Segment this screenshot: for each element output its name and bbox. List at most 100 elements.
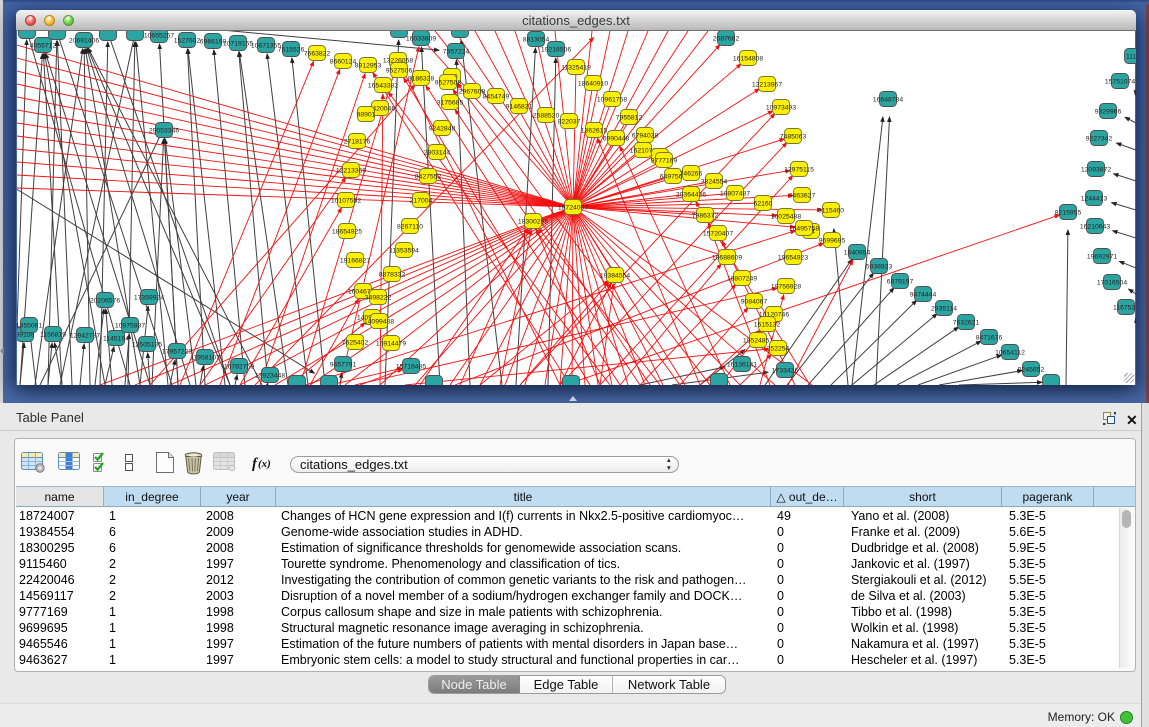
svg-text:16033809: 16033809 — [406, 36, 436, 43]
svg-text:7632621: 7632621 — [953, 320, 980, 327]
svg-text:1615132: 1615132 — [754, 322, 781, 329]
svg-text:2803144: 2803144 — [424, 150, 451, 157]
svg-text:29053346: 29053346 — [149, 128, 179, 135]
svg-text:7485063: 7485063 — [780, 134, 807, 141]
svg-text:10975887: 10975887 — [115, 323, 145, 330]
svg-text:16154808: 16154808 — [733, 56, 763, 63]
svg-text:9329966: 9329966 — [1095, 109, 1122, 116]
svg-text:10654112: 10654112 — [995, 350, 1025, 357]
svg-text:6794028: 6794028 — [632, 133, 659, 140]
svg-text:2718176: 2718176 — [344, 139, 371, 146]
svg-text:252254: 252254 — [767, 346, 790, 353]
svg-text:19692971: 19692971 — [1087, 254, 1117, 261]
svg-text:8813054: 8813054 — [523, 37, 550, 44]
svg-text:8660124: 8660124 — [330, 59, 357, 66]
svg-text:1117: 1117 — [1126, 54, 1136, 61]
svg-text:7986372: 7986372 — [692, 213, 719, 220]
svg-text:20691406: 20691406 — [69, 38, 99, 45]
svg-text:3824554: 3824554 — [701, 179, 728, 186]
svg-text:18300295: 18300295 — [518, 219, 548, 226]
svg-text:8912953: 8912953 — [355, 63, 382, 70]
svg-text:8471676: 8471676 — [976, 335, 1003, 342]
svg-text:217004: 217004 — [410, 198, 433, 205]
svg-text:18640910: 18640910 — [578, 81, 608, 88]
svg-text:9777169: 9777169 — [651, 158, 678, 165]
svg-text:20206576: 20206576 — [90, 298, 120, 305]
svg-text:19654923: 19654923 — [778, 255, 808, 262]
svg-text:10671355: 10671355 — [251, 43, 281, 50]
svg-text:6990448: 6990448 — [603, 136, 630, 143]
svg-text:18724007: 18724007 — [558, 205, 588, 212]
svg-text:2967608: 2967608 — [459, 89, 486, 96]
svg-text:7357224: 7357224 — [443, 49, 470, 56]
svg-text:8215955: 8215955 — [1055, 210, 1082, 217]
svg-text:9227342: 9227342 — [1086, 136, 1113, 143]
svg-text:9463627: 9463627 — [789, 193, 816, 200]
svg-text:8454749: 8454749 — [483, 94, 510, 101]
svg-text:18807249: 18807249 — [727, 276, 757, 283]
svg-text:98901: 98901 — [357, 112, 376, 119]
svg-text:15716485: 15716485 — [396, 364, 426, 371]
svg-text:17016504: 17016504 — [1097, 280, 1127, 287]
svg-text:3175685: 3175685 — [437, 100, 464, 107]
svg-text:1355061: 1355061 — [17, 323, 42, 330]
svg-text:9527508: 9527508 — [435, 80, 462, 87]
svg-text:17957223: 17957223 — [162, 349, 192, 356]
svg-text:12213967: 12213967 — [752, 82, 782, 89]
svg-text:19218506: 19218506 — [541, 47, 571, 54]
svg-text:8186328: 8186328 — [408, 76, 435, 83]
svg-text:1145194: 1145194 — [103, 336, 129, 343]
svg-text:12942737: 12942737 — [70, 333, 100, 340]
svg-text:14099488: 14099488 — [364, 319, 394, 326]
svg-text:10807487: 10807487 — [720, 191, 750, 198]
svg-text:8878332: 8878332 — [379, 272, 406, 279]
svg-text:4055712: 4055712 — [30, 43, 57, 50]
svg-text:16543382: 16543382 — [368, 83, 398, 90]
svg-text:3498222: 3498222 — [365, 295, 392, 302]
svg-text:7625402: 7625402 — [342, 340, 369, 347]
svg-text:11958107: 11958107 — [190, 355, 220, 362]
svg-text:5938923: 5938923 — [866, 264, 893, 271]
svg-text:12213369: 12213369 — [336, 168, 366, 175]
svg-text:2935114: 2935114 — [931, 306, 957, 313]
svg-text:9242848: 9242848 — [429, 126, 456, 133]
svg-text:10107552: 10107552 — [331, 198, 361, 205]
svg-text:2087682: 2087682 — [713, 36, 740, 43]
svg-text:16136141: 16136141 — [727, 362, 757, 369]
svg-text:10973493: 10973493 — [766, 105, 796, 112]
svg-text:11353594: 11353594 — [389, 248, 419, 255]
svg-text:2588520: 2588520 — [533, 113, 560, 120]
svg-text:9084067: 9084067 — [741, 299, 768, 306]
svg-text:746266: 746266 — [680, 171, 703, 178]
svg-text:1156819: 1156819 — [40, 332, 66, 339]
svg-text:9474444: 9474444 — [910, 292, 937, 299]
svg-text:1362615: 1362615 — [581, 128, 608, 135]
svg-text:12975115: 12975115 — [784, 167, 814, 174]
svg-text:19384554: 19384554 — [600, 273, 630, 280]
svg-text:19756928: 19756928 — [771, 284, 801, 291]
svg-text:10961758: 10961758 — [597, 97, 627, 104]
svg-text:16495758: 16495758 — [789, 226, 819, 233]
svg-text:15720407: 15720407 — [703, 231, 733, 238]
svg-text:16914479: 16914479 — [376, 341, 406, 348]
svg-text:1527602: 1527602 — [174, 38, 201, 45]
svg-text:17359924: 17359924 — [134, 295, 164, 302]
svg-text:9245652: 9245652 — [1018, 367, 1045, 374]
svg-text:16782759: 16782759 — [224, 364, 254, 371]
svg-text:16210643: 16210643 — [1080, 224, 1110, 231]
svg-text:9699695: 9699695 — [819, 238, 846, 245]
svg-text:8267110: 8267110 — [397, 224, 423, 231]
svg-text:20364436: 20364436 — [676, 192, 706, 199]
svg-text:6879197: 6879197 — [887, 279, 914, 286]
svg-text:11325419: 11325419 — [561, 65, 591, 72]
svg-text:1167533: 1167533 — [1113, 305, 1136, 312]
svg-text:10655257: 10655257 — [144, 33, 174, 40]
svg-text:9457791: 9457791 — [330, 362, 357, 369]
svg-text:9146821: 9146821 — [506, 104, 533, 111]
svg-text:(x): (x) — [258, 458, 271, 470]
svg-text:12093872: 12093872 — [1081, 167, 1111, 174]
svg-text:8427552: 8427552 — [415, 174, 442, 181]
svg-text:1733426: 1733426 — [772, 368, 799, 375]
svg-text:19524851: 19524851 — [743, 338, 773, 345]
svg-text:7663822: 7663822 — [304, 51, 331, 58]
